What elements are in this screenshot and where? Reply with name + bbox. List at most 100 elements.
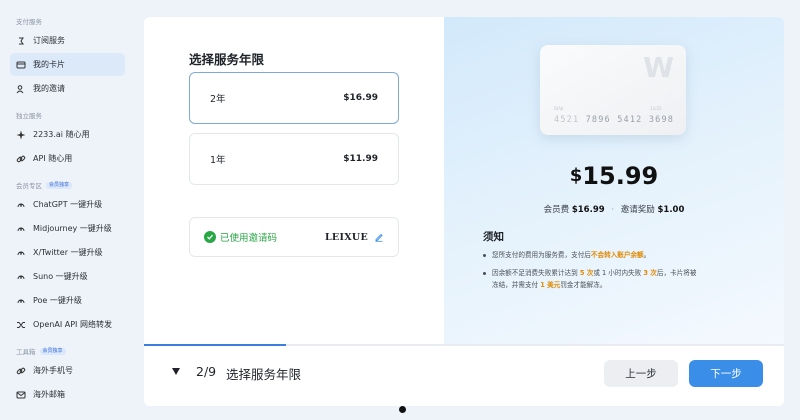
sidebar-item-my-card[interactable]: 我的卡片 (10, 53, 125, 76)
notice-highlight: 不会转入账户余额 (590, 251, 644, 259)
member-fee-label: 会员费 (543, 205, 570, 215)
section-title-text: 独立服务 (16, 112, 42, 120)
sidebar-item-label: 海外邮箱 (33, 390, 65, 399)
sidebar-section-title: 工具箱 会员独享 (0, 344, 133, 358)
notice-text: 后，卡片将被 (656, 269, 697, 277)
previous-step-button[interactable]: 上一步 (604, 360, 678, 387)
summary-pane: W DIAJI 12/25 4521 7896 5412 3698 $15.99… (444, 17, 784, 344)
subscription-icon (16, 36, 26, 46)
card-logo: W (643, 51, 674, 84)
plan-option-price: $11.99 (343, 154, 378, 164)
step-title: 选择服务年限 (226, 367, 302, 382)
check-circle-icon (204, 231, 216, 243)
plan-option-2-years[interactable]: 2年 $16.99 (189, 72, 399, 124)
shuffle-icon (16, 320, 26, 330)
currency-symbol: $ (569, 165, 583, 186)
notice-text: 冻结，并需支付 (492, 281, 539, 289)
plan-option-price: $16.99 (343, 93, 378, 103)
upgrade-icon (16, 296, 26, 306)
card-number-group: 4521 (554, 115, 580, 125)
plan-selection-pane: 选择服务年限 2年 $16.99 1年 $11.99 已使用邀请码 LEIXUE (144, 17, 444, 344)
step-counter: 2/9 (196, 364, 217, 379)
card-number-group: 7896 (585, 115, 611, 125)
sidebar-item-label: ChatGPT 一键升级 (33, 200, 103, 209)
notice-text: 或 1 小时内失败 (593, 269, 642, 277)
notice-highlight: 5 次 (579, 269, 594, 277)
notice-item: 因余额不足消费失败累计达到 5 次或 1 小时内失败 3 次后，卡片将被 冻结，… (483, 267, 751, 291)
mail-icon (16, 390, 26, 400)
notice-item: 您所支付的费用为服务费，支付后不会转入账户余额。 (483, 249, 751, 261)
step-footer: 2/9 选择服务年限 上一步 下一步 (144, 346, 784, 406)
sidebar-item-label: 我的邀请 (33, 84, 65, 93)
sidebar-item-label: 我的卡片 (33, 60, 65, 69)
card-holder: DIAJI (554, 106, 564, 111)
page-indicator-dot (399, 406, 406, 413)
upgrade-icon (16, 200, 26, 210)
card-number-group: 3698 (648, 115, 675, 125)
sidebar-item-label: 2233.ai 随心用 (33, 130, 90, 139)
card-preview: W DIAJI 12/25 4521 7896 5412 3698 (540, 45, 686, 135)
sidebar-item-label: Midjourney 一键升级 (33, 224, 112, 233)
separator: · (611, 205, 615, 215)
next-step-button[interactable]: 下一步 (689, 360, 763, 387)
notice-text: 您所支付的费用为服务费，支付后 (492, 251, 591, 259)
invite-code-value: LEIXUE (324, 231, 368, 243)
sparkle-icon (16, 130, 26, 140)
checkout-panel: 选择服务年限 2年 $16.99 1年 $11.99 已使用邀请码 LEIXUE… (144, 17, 784, 406)
reward-value: $1.00 (657, 205, 685, 215)
card-expiry: 12/25 (650, 106, 662, 111)
total-price: $15.99 (444, 162, 784, 190)
user-invite-icon (16, 84, 26, 94)
upgrade-icon (16, 272, 26, 282)
member-badge: 会员独享 (46, 181, 73, 189)
upgrade-icon (16, 224, 26, 234)
sidebar-item-api[interactable]: API 随心用 (10, 147, 125, 170)
plan-option-label: 1年 (210, 155, 226, 166)
upgrade-icon (16, 248, 26, 258)
notice-title: 须知 (483, 231, 504, 243)
section-title-text: 会员专区 (16, 182, 42, 190)
sidebar-item-chatgpt[interactable]: ChatGPT 一键升级 (10, 193, 125, 216)
card-icon (16, 60, 26, 70)
invite-code-row: 已使用邀请码 LEIXUE (189, 217, 399, 257)
sidebar-item-phone[interactable]: 海外手机号 (10, 359, 125, 382)
sidebar-section-title: 独立服务 (0, 108, 133, 122)
caret-down-icon[interactable] (170, 365, 182, 377)
sidebar-item-my-invites[interactable]: 我的邀请 (10, 77, 125, 100)
sidebar-item-label: 订阅服务 (33, 36, 65, 45)
sidebar-item-midjourney[interactable]: Midjourney 一键升级 (10, 217, 125, 240)
notice-highlight: 3 次 (643, 269, 657, 277)
plan-option-1-year[interactable]: 1年 $11.99 (189, 133, 399, 185)
sidebar-item-label: API 随心用 (33, 154, 73, 163)
notice-text: 。 (643, 251, 651, 259)
sidebar-item-twitter[interactable]: X/Twitter 一键升级 (10, 241, 125, 264)
sidebar-section-title: 支付服务 (0, 14, 133, 28)
invite-status-label: 已使用邀请码 (220, 233, 278, 244)
member-badge: 会员独享 (39, 347, 66, 355)
plan-option-label: 2年 (210, 94, 226, 105)
sidebar-item-2233ai[interactable]: 2233.ai 随心用 (10, 123, 125, 146)
sidebar-item-label: 海外手机号 (33, 366, 73, 375)
link-icon (16, 366, 26, 376)
sidebar-item-subscription[interactable]: 订阅服务 (10, 29, 125, 52)
plan-title: 选择服务年限 (189, 52, 265, 67)
section-title-text: 支付服务 (16, 18, 42, 26)
sidebar: 支付服务 订阅服务 我的卡片 我的邀请 独立服务 2233.ai 随心用 API… (0, 0, 133, 420)
sidebar-item-label: X/Twitter 一键升级 (33, 248, 103, 257)
sidebar-item-openai-api[interactable]: OpenAI API 网络转发 (10, 313, 125, 336)
sidebar-item-label: Poe 一键升级 (33, 296, 82, 305)
card-number-group: 5412 (617, 115, 643, 125)
member-fee-value: $16.99 (571, 205, 605, 215)
section-title-text: 工具箱 (16, 348, 36, 356)
edit-icon[interactable] (374, 232, 384, 242)
sidebar-item-suno[interactable]: Suno 一键升级 (10, 265, 125, 288)
card-number: 4521 7896 5412 3698 (554, 115, 674, 125)
link-icon (16, 154, 26, 164)
sidebar-item-poe[interactable]: Poe 一键升级 (10, 289, 125, 312)
notice-text: 罚金才能解冻。 (560, 281, 607, 289)
sidebar-item-email[interactable]: 海外邮箱 (10, 383, 125, 406)
notice-text: 因余额不足消费失败累计达到 (492, 269, 578, 277)
notice-highlight: 1 美元 (540, 281, 561, 289)
sidebar-section-title: 会员专区 会员独享 (0, 178, 133, 192)
sidebar-item-label: Suno 一键升级 (33, 272, 88, 281)
